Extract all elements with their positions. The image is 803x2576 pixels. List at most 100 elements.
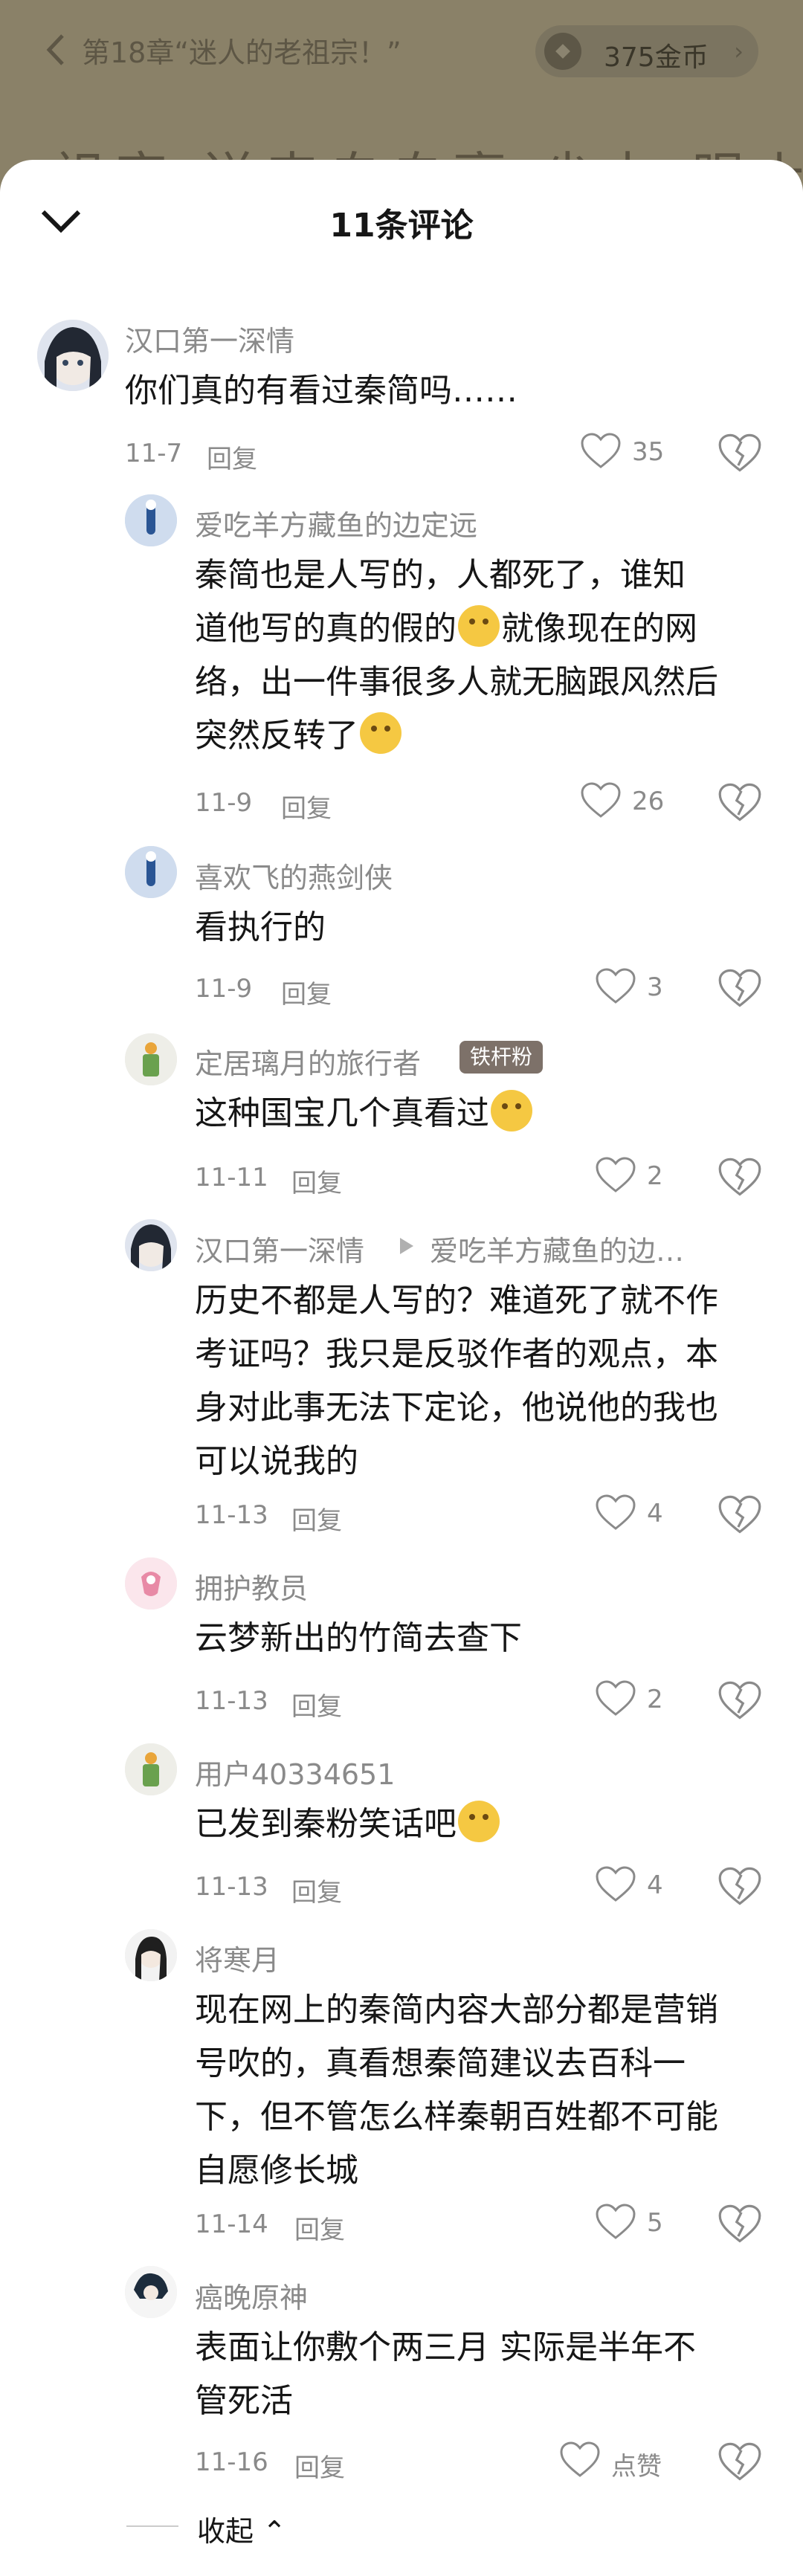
comment-text-line: 道他写的真的假的 — [195, 610, 457, 648]
comment-sheet-header: 11条评论 — [0, 160, 803, 286]
comment-text: 看执行的 — [195, 908, 326, 946]
chevron-up-icon: ⌃ — [262, 2515, 286, 2548]
avatar[interactable] — [125, 1219, 177, 1271]
comment-text: 云梦新出的竹简去查下 — [195, 1619, 522, 1657]
comment-text-line: 考证吗？我只是反驳作者的观点，本 — [195, 1335, 718, 1373]
dislike-broken-heart-icon[interactable] — [717, 2440, 762, 2485]
like-button[interactable]: 2 — [595, 1154, 684, 1198]
like-button[interactable]: 点赞 — [559, 2438, 671, 2483]
reply-button[interactable]: 回复 — [291, 1686, 342, 1723]
dislike-broken-heart-icon[interactable] — [717, 966, 762, 1011]
comment-date: 11-9 — [195, 974, 253, 1004]
like-count: 3 — [647, 972, 663, 1002]
reply-button[interactable]: 回复 — [291, 1872, 342, 1908]
grinning-emoji-icon — [491, 1090, 532, 1132]
reply-button[interactable]: 回复 — [281, 788, 332, 824]
heart-icon — [596, 1680, 636, 1716]
heart-icon — [596, 1157, 636, 1192]
collapse-label: 收起 — [197, 2515, 254, 2548]
smirk-emoji-icon — [360, 712, 402, 754]
dislike-broken-heart-icon[interactable] — [717, 1865, 762, 1909]
comment-text: 你们真的有看过秦简吗…… — [125, 372, 517, 410]
reply-button[interactable]: 回复 — [294, 2209, 345, 2246]
avatar[interactable] — [125, 1557, 177, 1610]
like-count: 26 — [632, 787, 665, 816]
username[interactable]: 用户40334651 — [195, 1752, 395, 1792]
username[interactable]: 汉口第一深情 — [195, 1228, 364, 1269]
username[interactable]: 喜欢飞的燕剑侠 — [195, 855, 393, 896]
like-button[interactable]: 5 — [595, 2201, 684, 2245]
heart-icon — [596, 2204, 636, 2239]
avatar[interactable] — [125, 1033, 177, 1085]
comment-text: 现在网上的秦简内容大部分都是营销 号吹的，真看想秦简建议去百科一 下，但不管怎么… — [195, 1983, 718, 2198]
comment-count-title: 11条评论 — [329, 207, 474, 245]
username[interactable]: 癌晚原神 — [195, 2275, 308, 2316]
heart-icon — [560, 2441, 600, 2477]
like-count: 2 — [647, 1161, 663, 1191]
comment-date: 11-13 — [195, 1872, 268, 1902]
back-chevron-icon[interactable] — [46, 31, 65, 68]
like-count: 点赞 — [611, 2452, 662, 2482]
heart-icon — [581, 782, 621, 818]
comment-text: 表面让你敷个两三月 实际是半年不 管死活 — [195, 2321, 696, 2428]
comment-text-line: 就像现在的网 — [501, 610, 697, 648]
comment-text-line: 号吹的，真看想秦简建议去百科一 — [195, 2044, 686, 2082]
username[interactable]: 爱吃羊方藏鱼的边定远 — [195, 503, 477, 543]
username[interactable]: 汉口第一深情 — [125, 318, 294, 359]
comment-text-line: 下，但不管怎么样秦朝百姓都不可能 — [195, 2098, 718, 2136]
comment-text-line: 突然反转了 — [195, 717, 358, 755]
dislike-broken-heart-icon[interactable] — [717, 1493, 762, 1537]
avatar[interactable] — [125, 2266, 177, 2318]
username[interactable]: 拥护教员 — [195, 1566, 308, 1607]
reply-button[interactable]: 回复 — [281, 974, 332, 1010]
heart-icon — [596, 1494, 636, 1530]
coin-icon — [544, 33, 581, 70]
smirk-emoji-icon — [458, 605, 500, 647]
dislike-broken-heart-icon[interactable] — [717, 1155, 762, 1200]
laughing-emoji-icon — [458, 1801, 500, 1842]
reply-button[interactable]: 回复 — [291, 1163, 342, 1199]
avatar[interactable] — [125, 1743, 177, 1795]
reader-top-bar: 第18章“迷人的老祖宗！” 375金币 › — [0, 0, 803, 104]
comment-date: 11-7 — [125, 439, 183, 468]
like-button[interactable]: 4 — [595, 1863, 684, 1908]
like-button[interactable]: 35 — [580, 430, 669, 474]
collapse-divider — [126, 2525, 178, 2527]
dislike-broken-heart-icon[interactable] — [717, 2202, 762, 2247]
like-button[interactable]: 2 — [595, 1677, 684, 1722]
reply-button[interactable]: 回复 — [294, 2447, 345, 2484]
avatar[interactable] — [125, 846, 177, 898]
comment-date: 11-9 — [195, 788, 253, 818]
collapse-replies-button[interactable]: 收起 ⌃ — [197, 2508, 286, 2549]
comment-text-line: 表面让你敷个两三月 实际是半年不 — [195, 2328, 696, 2366]
comment-text-line: 自愿修长城 — [195, 2151, 358, 2189]
like-count: 2 — [647, 1685, 663, 1714]
comment-text-line: 秦简也是人写的，人都死了，谁知 — [195, 556, 686, 594]
like-count: 4 — [647, 1870, 663, 1900]
comment-date: 11-16 — [195, 2447, 268, 2477]
username[interactable]: 定居璃月的旅行者 — [195, 1041, 421, 1082]
like-button[interactable]: 4 — [595, 1491, 684, 1536]
dislike-broken-heart-icon[interactable] — [717, 431, 762, 476]
comment-text: 历史不都是人写的？难道死了就不作 考证吗？我只是反驳作者的观点，本 身对此事无法… — [195, 1274, 718, 1488]
heart-icon — [581, 433, 621, 468]
dislike-broken-heart-icon[interactable] — [717, 1679, 762, 1723]
dislike-broken-heart-icon[interactable] — [717, 781, 762, 825]
comment-text-line: 历史不都是人写的？难道死了就不作 — [195, 1282, 718, 1320]
comment-text-line: 现在网上的秦简内容大部分都是营销 — [195, 1991, 718, 2029]
reply-to-username[interactable]: 爱吃羊方藏鱼的边… — [430, 1228, 684, 1269]
comment-date: 11-14 — [195, 2209, 268, 2239]
chevron-right-icon: › — [734, 37, 744, 65]
avatar[interactable] — [125, 1929, 177, 1981]
reply-button[interactable]: 回复 — [291, 1500, 342, 1537]
like-button[interactable]: 26 — [580, 779, 669, 824]
avatar[interactable] — [37, 320, 109, 391]
reply-arrow-icon — [400, 1238, 413, 1254]
avatar[interactable] — [125, 494, 177, 546]
username[interactable]: 将寒月 — [195, 1937, 280, 1978]
comment-text-line: 这种国宝几个真看过 — [195, 1094, 489, 1132]
reply-button[interactable]: 回复 — [207, 439, 257, 475]
comment-text-line: 身对此事无法下定论，他说他的我也 — [195, 1389, 718, 1427]
coin-balance-button[interactable]: 375金币 › — [535, 25, 758, 77]
like-button[interactable]: 3 — [595, 965, 684, 1010]
